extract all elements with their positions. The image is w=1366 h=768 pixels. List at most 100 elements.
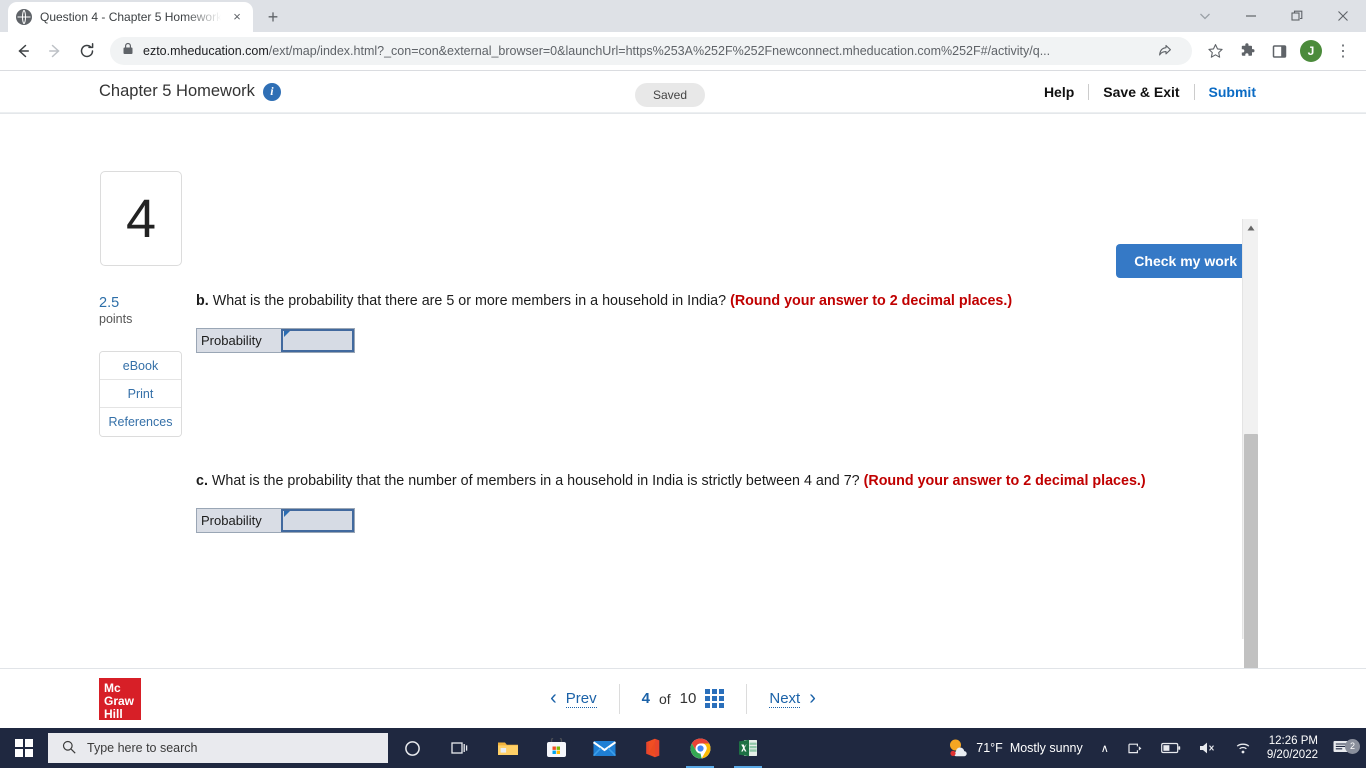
points-value: 2.5 (99, 295, 120, 311)
next-label: Next (769, 689, 801, 708)
browser-toolbar: ezto.mheducation.com/ext/map/index.html?… (0, 32, 1366, 71)
weather-temp: 71°F (976, 741, 1003, 755)
scrollbar-track[interactable] (1243, 236, 1258, 714)
page-title: Chapter 5 Homework i (99, 82, 281, 101)
back-icon[interactable] (8, 36, 38, 66)
ebook-button[interactable]: eBook (100, 352, 181, 380)
part-b-letter: b. (196, 293, 209, 309)
wifi-icon[interactable] (1226, 741, 1263, 755)
browser-tab-strip: Question 4 - Chapter 5 Homework × + (0, 0, 1366, 32)
prev-button[interactable]: ‹ Prev (528, 683, 620, 714)
windows-start-icon[interactable] (0, 728, 48, 768)
part-b-note: (Round your answer to 2 decimal places.) (730, 293, 1013, 309)
tab-search-icon[interactable] (1182, 0, 1228, 32)
part-c-probability-input[interactable] (281, 509, 354, 532)
padlock-icon (122, 42, 134, 60)
clock-date: 9/20/2022 (1266, 749, 1318, 761)
clock[interactable]: 12:26 PM 9/20/2022 (1263, 734, 1326, 762)
minimize-icon[interactable] (1228, 0, 1274, 32)
volume-muted-icon[interactable] (1190, 741, 1226, 755)
bookmark-star-icon[interactable] (1200, 36, 1230, 66)
next-button[interactable]: Next › (747, 684, 838, 714)
onedrive-icon[interactable] (1118, 741, 1152, 756)
avatar[interactable]: J (1300, 40, 1322, 62)
part-c-note: (Round your answer to 2 decimal places.) (863, 473, 1146, 489)
input-flag-icon (284, 331, 290, 337)
of-label: of (658, 690, 671, 707)
weather-icon (947, 737, 969, 760)
window-controls (1182, 0, 1366, 32)
notifications-button[interactable]: 2 (1326, 738, 1366, 758)
info-icon[interactable]: i (262, 82, 281, 101)
chevron-left-icon: ‹ (550, 687, 557, 709)
header-actions: Help Save & Exit Submit (1030, 83, 1256, 100)
chevron-right-icon: › (809, 687, 816, 709)
references-button[interactable]: References (100, 408, 181, 436)
share-icon[interactable] (1150, 37, 1180, 65)
tray-expand-icon[interactable]: ∧ (1092, 742, 1118, 755)
help-link[interactable]: Help (1030, 83, 1090, 100)
notification-badge: 2 (1345, 738, 1360, 754)
windows-taskbar: Type here to search 71°F Mostly sunny ∧ … (0, 728, 1366, 768)
battery-icon[interactable] (1152, 742, 1190, 754)
part-c-body: What is the probability that the number … (211, 473, 860, 489)
points-display: 2.5 points (99, 294, 132, 326)
page-indicator: 4 of 10 (620, 683, 748, 714)
globe-icon (16, 9, 32, 25)
part-b-body: What is the probability that there are 5… (212, 293, 727, 309)
close-icon[interactable]: × (229, 9, 245, 25)
browser-tab-title: Question 4 - Chapter 5 Homework (40, 10, 221, 24)
address-bar[interactable]: ezto.mheducation.com/ext/map/index.html?… (110, 37, 1192, 65)
save-and-exit-link[interactable]: Save & Exit (1089, 83, 1195, 100)
question-workarea: 4 2.5 points eBook Print References Chec… (0, 113, 1366, 714)
part-b-answer-row: Probability (196, 328, 355, 353)
task-view-icon[interactable] (436, 728, 484, 768)
cortana-circle-icon[interactable] (388, 728, 436, 768)
taskbar-app-office[interactable] (628, 728, 676, 768)
taskbar-app-microsoft-store[interactable] (532, 728, 580, 768)
maximize-restore-icon[interactable] (1274, 0, 1320, 32)
taskbar-app-google-chrome[interactable] (676, 728, 724, 768)
part-b-probability-input[interactable] (281, 329, 354, 352)
browser-menu-icon[interactable]: ⋮ (1328, 36, 1358, 66)
submit-link[interactable]: Submit (1195, 84, 1256, 100)
url-host: ezto.mheducation.com (143, 44, 269, 58)
prev-label: Prev (565, 689, 597, 708)
pager: ‹ Prev 4 of 10 Next › (0, 683, 1366, 714)
taskbar-app-file-explorer[interactable] (484, 728, 532, 768)
extensions-puzzle-icon[interactable] (1232, 36, 1262, 66)
question-footer: Mc Graw Hill ‹ Prev 4 of 10 Next › (0, 668, 1366, 728)
address-bar-text: ezto.mheducation.com/ext/map/index.html?… (143, 44, 1141, 58)
scroll-up-icon[interactable] (1243, 219, 1258, 236)
points-label: points (99, 312, 133, 326)
current-page: 4 (641, 690, 650, 707)
question-content-pane: b. What is the probability that there ar… (196, 214, 1250, 634)
browser-tab[interactable]: Question 4 - Chapter 5 Homework × (8, 2, 253, 32)
question-part-b-text: b. What is the probability that there ar… (196, 292, 1250, 310)
part-c-field-label: Probability (197, 509, 281, 532)
system-tray: 71°F Mostly sunny ∧ 12:26 PM 9/20/2022 2 (938, 728, 1366, 768)
weather-widget[interactable]: 71°F Mostly sunny (938, 737, 1092, 760)
close-window-icon[interactable] (1320, 0, 1366, 32)
question-grid-icon[interactable] (705, 689, 725, 708)
search-input[interactable]: Type here to search (48, 733, 388, 763)
print-button[interactable]: Print (100, 380, 181, 408)
new-tab-button[interactable]: + (259, 4, 287, 32)
forward-icon[interactable] (40, 36, 70, 66)
input-flag-icon (284, 511, 290, 517)
content-scrollbar[interactable] (1242, 219, 1258, 714)
side-panel-icon[interactable] (1264, 36, 1294, 66)
question-number-box: 4 (100, 171, 182, 266)
question-tools: eBook Print References (99, 351, 182, 437)
question-part-c-text: c. What is the probability that the numb… (196, 472, 1250, 490)
clock-time: 12:26 PM (1268, 735, 1318, 747)
part-c-answer-row: Probability (196, 508, 355, 533)
url-path: /ext/map/index.html?_con=con&external_br… (268, 44, 1051, 58)
status-badge: Saved (635, 83, 706, 107)
part-b-field-label: Probability (197, 329, 281, 352)
weather-desc: Mostly sunny (1009, 741, 1083, 755)
taskbar-app-mail[interactable] (580, 728, 628, 768)
taskbar-app-excel[interactable] (724, 728, 772, 768)
search-placeholder: Type here to search (87, 741, 198, 755)
reload-icon[interactable] (72, 36, 102, 66)
